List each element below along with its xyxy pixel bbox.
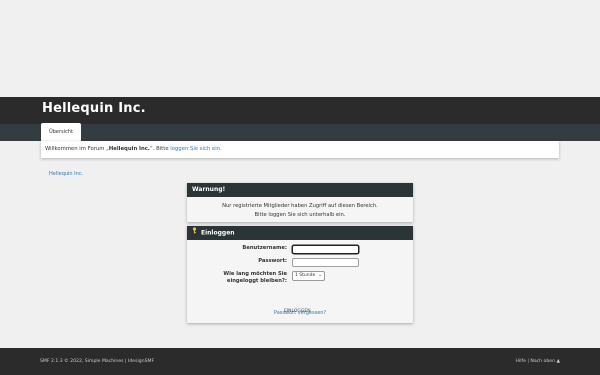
warning-panel: Warnung! Nur registrierte Mitglieder hab…	[187, 183, 413, 222]
password-input[interactable]	[292, 258, 359, 267]
password-label: Passwort:	[258, 258, 287, 264]
footer: SMF 2.1.3 © 2022, Simple Machines | Ides…	[0, 348, 600, 375]
stay-logged-label: Wie lang möchten Sie eingeloggt bleiben?…	[187, 271, 287, 284]
welcome-prefix: Willkommen im Forum „	[45, 146, 109, 152]
welcome-suffix: .	[220, 146, 222, 152]
warning-title: Warnung!	[187, 183, 413, 197]
breadcrumb[interactable]: Hellequin Inc.	[49, 171, 83, 177]
session-length-select[interactable]: 1 Stunde ⌄	[292, 271, 325, 281]
username-label: Benutzername:	[242, 245, 287, 251]
login-link[interactable]: loggen Sie sich ein	[170, 146, 220, 152]
login-panel: Einloggen Benutzername: Passwort: Wie la…	[187, 226, 413, 323]
key-icon	[192, 226, 197, 240]
tab-overview[interactable]: Übersicht	[41, 123, 81, 142]
welcome-forum-name: Hellequin Inc.	[108, 146, 150, 152]
forgot-password-link[interactable]: Passwort vergessen?	[187, 310, 413, 316]
username-input[interactable]	[292, 245, 359, 254]
session-length-value: 1 Stunde	[295, 273, 316, 278]
warning-line-1: Nur registrierte Mitglieder haben Zugrif…	[222, 203, 378, 209]
forum-title[interactable]: Hellequin Inc.	[42, 101, 146, 116]
login-title: Einloggen	[201, 229, 235, 237]
warning-line-2: Bitte loggen Sie sich unterhalb ein.	[254, 211, 346, 218]
welcome-bar: Willkommen im Forum „Hellequin Inc.“. Bi…	[41, 141, 559, 158]
welcome-mid: “. Bitte	[149, 146, 171, 152]
stay-logged-label-line-2: eingeloggt bleiben?:	[226, 277, 287, 284]
footer-links[interactable]: Hilfe | Nach oben ▲	[515, 359, 560, 364]
nav-bar	[0, 124, 600, 141]
chevron-down-icon: ⌄	[318, 273, 322, 278]
footer-copyright[interactable]: SMF 2.1.3 © 2022, Simple Machines | Ides…	[40, 359, 154, 364]
login-panel-header: Einloggen	[187, 226, 413, 240]
